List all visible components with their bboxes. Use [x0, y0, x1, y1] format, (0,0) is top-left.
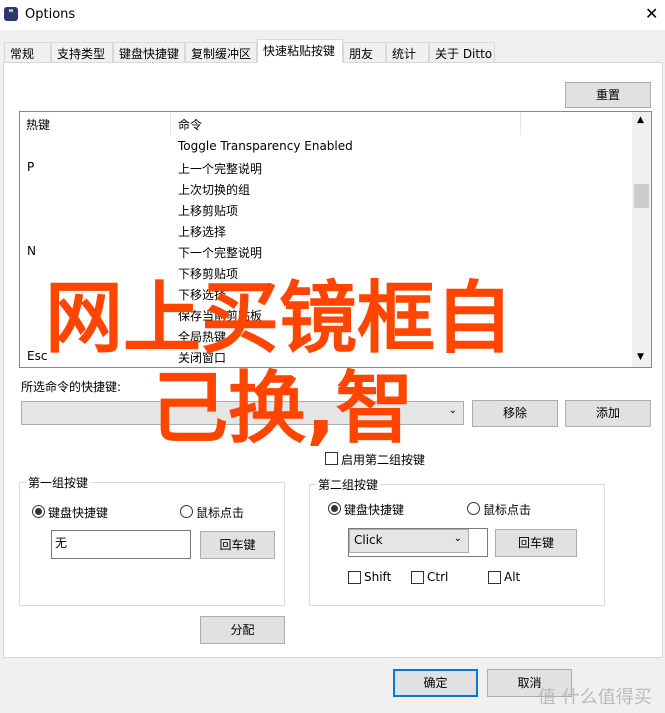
group1-hotkey-input[interactable]: 无 — [51, 530, 191, 559]
chevron-down-icon: ⌄ — [448, 405, 457, 416]
group2-keyboard-radio[interactable] — [328, 502, 341, 515]
group1-mouse-radio[interactable] — [180, 505, 193, 518]
group1-mouse-label: 鼠标点击 — [196, 506, 245, 520]
assign-button[interactable]: 分配 — [200, 616, 285, 644]
tab-copy-buffers[interactable]: 复制缓冲区 — [185, 42, 257, 63]
command-cell: 上次切换的组 — [178, 183, 251, 197]
overlay-headline-line2: 己换,智 — [150, 364, 414, 454]
command-cell: 上移剪贴项 — [178, 204, 239, 218]
ctrl-checkbox[interactable] — [411, 571, 424, 584]
list-scrollbar[interactable]: ▲ ▼ — [632, 112, 651, 367]
scroll-down-icon[interactable]: ▼ — [637, 352, 644, 362]
close-icon[interactable]: ✕ — [645, 4, 658, 23]
command-cell: 上一个完整说明 — [178, 162, 263, 176]
group2-keyboard-label: 键盘快捷键 — [344, 503, 405, 517]
group2-mouse-radio[interactable] — [467, 502, 480, 515]
tab-general[interactable]: 常规 — [4, 42, 51, 63]
remove-button[interactable]: 移除 — [472, 400, 558, 427]
tab-stats[interactable]: 统计 — [386, 42, 429, 63]
shift-checkbox[interactable] — [348, 571, 361, 584]
group1-enter-button[interactable]: 回车键 — [200, 531, 275, 559]
ctrl-label: Ctrl — [427, 570, 449, 584]
group2-select-value: Click — [354, 533, 383, 547]
command-cell: 下一个完整说明 — [178, 246, 263, 260]
list-item[interactable]: 上移剪贴项 — [20, 199, 632, 220]
ok-button[interactable]: 确定 — [393, 669, 478, 697]
hotkey-cell: P — [27, 160, 35, 174]
group2-enter-button[interactable]: 回车键 — [495, 529, 577, 557]
group2-mouse-select[interactable]: Click ⌄ — [349, 529, 469, 553]
alt-label: Alt — [504, 570, 521, 584]
command-cell: Toggle Transparency Enabled — [178, 139, 353, 153]
scroll-up-icon[interactable]: ▲ — [637, 115, 644, 125]
group2-mouse-label: 鼠标点击 — [483, 503, 532, 517]
selected-shortcut-label: 所选命令的快捷键: — [21, 380, 122, 394]
add-button[interactable]: 添加 — [565, 400, 651, 427]
list-item[interactable]: N 下一个完整说明 — [20, 241, 632, 262]
alt-checkbox[interactable] — [488, 571, 501, 584]
title-bar — [0, 0, 665, 30]
ditto-app-icon: ❞ — [4, 7, 18, 21]
window-title: Options — [25, 7, 76, 22]
tab-friends[interactable]: 朋友 — [343, 42, 386, 63]
list-item[interactable]: 上移选择 — [20, 220, 632, 241]
group1-keyboard-radio[interactable] — [32, 505, 45, 518]
overlay-headline-line1: 网上买镜框自 — [45, 274, 514, 364]
column-header-hotkey[interactable]: 热键 — [20, 112, 171, 135]
shift-label: Shift — [364, 570, 392, 584]
tab-about[interactable]: 关于 Ditto — [429, 42, 495, 63]
reset-button[interactable]: 重置 — [565, 82, 651, 108]
group1-keyboard-label: 键盘快捷键 — [48, 506, 109, 520]
tab-supported-types[interactable]: 支持类型 — [51, 42, 113, 63]
column-header-command[interactable]: 命令 — [171, 112, 521, 135]
list-item[interactable]: 上次切换的组 — [20, 178, 632, 199]
chevron-down-icon: ⌄ — [453, 533, 462, 544]
tab-quick-paste-keys[interactable]: 快速粘贴按键 — [257, 39, 343, 63]
list-item[interactable]: Toggle Transparency Enabled — [20, 136, 632, 157]
scrollbar-thumb[interactable] — [634, 184, 649, 208]
group2-title: 第二组按键 — [316, 476, 381, 493]
list-item[interactable]: P 上一个完整说明 — [20, 157, 632, 178]
command-cell: 上移选择 — [178, 225, 227, 239]
group1-title: 第一组按键 — [26, 474, 91, 491]
watermark: 值 什么值得买 — [538, 687, 652, 708]
hotkey-cell: N — [27, 244, 36, 258]
tab-keyboard-shortcuts[interactable]: 键盘快捷键 — [113, 42, 185, 63]
group2-input-frame: Click ⌄ — [348, 528, 488, 557]
